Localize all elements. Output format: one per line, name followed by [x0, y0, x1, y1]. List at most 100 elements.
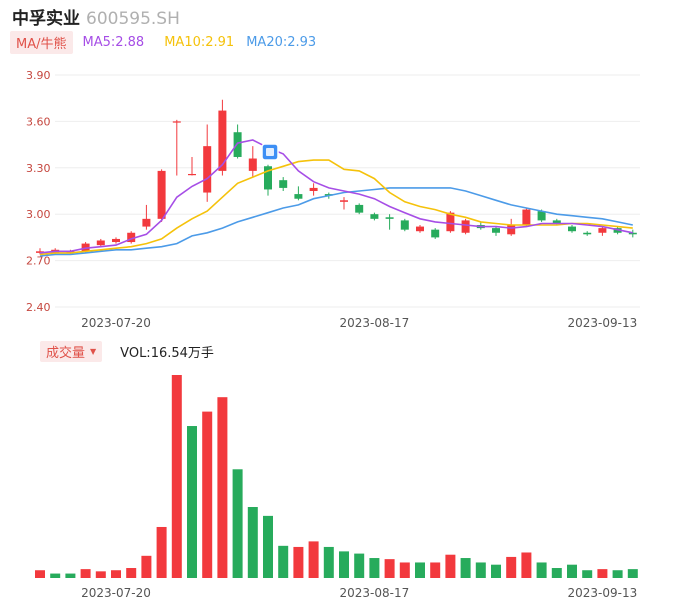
candle-body: [598, 228, 607, 233]
candle-body: [172, 121, 181, 123]
y-tick-label: 3.30: [26, 162, 51, 175]
candle-body: [142, 218, 151, 227]
candle: [400, 218, 409, 232]
volume-bar: [491, 564, 501, 578]
candle: [248, 146, 257, 178]
volume-bar: [506, 556, 517, 578]
candle: [431, 228, 440, 239]
volume-bar: [263, 515, 273, 578]
volume-bar: [460, 558, 471, 578]
candle-body: [309, 187, 318, 191]
candle-body: [370, 214, 379, 219]
candle: [416, 225, 424, 233]
candle-body: [507, 225, 516, 235]
volume-bar: [111, 570, 121, 578]
candle: [188, 156, 196, 176]
candle-body: [385, 217, 394, 219]
volume-date-axis: 2023-07-20 2023-08-17 2023-09-13: [81, 586, 637, 600]
candle-body: [203, 146, 212, 193]
volume-bar: [323, 546, 334, 578]
candle: [172, 119, 181, 176]
x-tick-label: 2023-07-20: [81, 586, 151, 600]
candle: [233, 124, 242, 159]
y-tick-label: 2.70: [26, 255, 51, 268]
volume-bar: [627, 569, 638, 578]
volume-bar: [475, 562, 486, 578]
volume-bar: [384, 559, 395, 578]
candle: [385, 214, 394, 230]
volume-bar: [399, 562, 410, 578]
volume-bar: [156, 526, 167, 578]
candle-body: [416, 226, 424, 232]
candle-body: [461, 220, 470, 233]
candle-body: [431, 229, 440, 238]
volume-bar: [536, 562, 547, 578]
volume-bar: [80, 569, 91, 578]
volume-bar: [612, 570, 623, 578]
stock-chart[interactable]: 3.903.603.303.002.702.40 2023-07-20 2023-…: [0, 0, 686, 606]
y-tick-label: 3.60: [26, 115, 51, 128]
y-tick-label: 3.00: [26, 208, 51, 221]
candle: [112, 237, 120, 244]
candle-body: [568, 226, 576, 232]
candle: [203, 124, 212, 202]
candle: [492, 226, 500, 236]
candle: [340, 197, 348, 210]
candle: [157, 169, 166, 222]
candle-body: [188, 173, 196, 176]
candle: [583, 231, 592, 236]
candle: [142, 204, 151, 230]
candle: [294, 186, 303, 201]
volume-bar: [35, 570, 45, 578]
x-tick-label: 2023-09-13: [568, 316, 638, 330]
volume-bar: [597, 569, 608, 578]
x-tick-label: 2023-09-13: [568, 586, 638, 600]
candle-body: [340, 200, 348, 202]
candle-body: [157, 170, 166, 219]
candlestick-series: [36, 99, 637, 255]
volume-bar: [202, 411, 213, 578]
x-tick-label: 2023-08-17: [340, 586, 410, 600]
candle-body: [537, 211, 546, 221]
volume-bar: [65, 573, 76, 578]
candle-body: [294, 194, 303, 199]
candle-body: [233, 132, 242, 157]
volume-bar: [430, 562, 441, 578]
candle-body: [583, 232, 592, 235]
volume-bar: [293, 546, 304, 578]
x-tick-label: 2023-07-20: [81, 316, 151, 330]
candle: [568, 225, 576, 233]
x-tick-label: 2023-08-17: [340, 316, 410, 330]
candle-body: [355, 204, 364, 213]
volume-bar: [582, 570, 593, 578]
candle: [279, 177, 288, 191]
y-tick-label: 3.90: [26, 69, 51, 82]
volume-bar: [369, 558, 380, 578]
event-marker-icon[interactable]: [261, 143, 279, 161]
volume-bar: [339, 551, 349, 578]
candle: [522, 208, 531, 227]
price-axis: 3.90 3.60 3.30 3.00 2.70 2.40: [26, 69, 51, 314]
candle-body: [96, 240, 105, 246]
y-tick-label: 2.40: [26, 301, 51, 314]
volume-bar: [308, 541, 319, 578]
volume-bar: [187, 426, 197, 578]
volume-bar: [567, 564, 577, 578]
volume-bar: [521, 552, 532, 578]
volume-bar: [171, 375, 182, 578]
candle: [96, 238, 105, 247]
candle: [461, 218, 470, 235]
candle-body: [112, 238, 120, 243]
candle: [309, 183, 318, 196]
volume-bar: [445, 554, 456, 578]
volume-bar: [232, 469, 243, 578]
candle-body: [522, 209, 531, 226]
candle-body: [492, 228, 500, 233]
ma20-line: [39, 187, 633, 257]
candle-body: [279, 180, 288, 188]
candle-body: [248, 158, 257, 171]
price-date-axis: 2023-07-20 2023-08-17 2023-09-13: [81, 316, 637, 330]
volume-bar: [415, 562, 425, 578]
candle: [628, 229, 637, 238]
candle-body: [400, 220, 409, 230]
